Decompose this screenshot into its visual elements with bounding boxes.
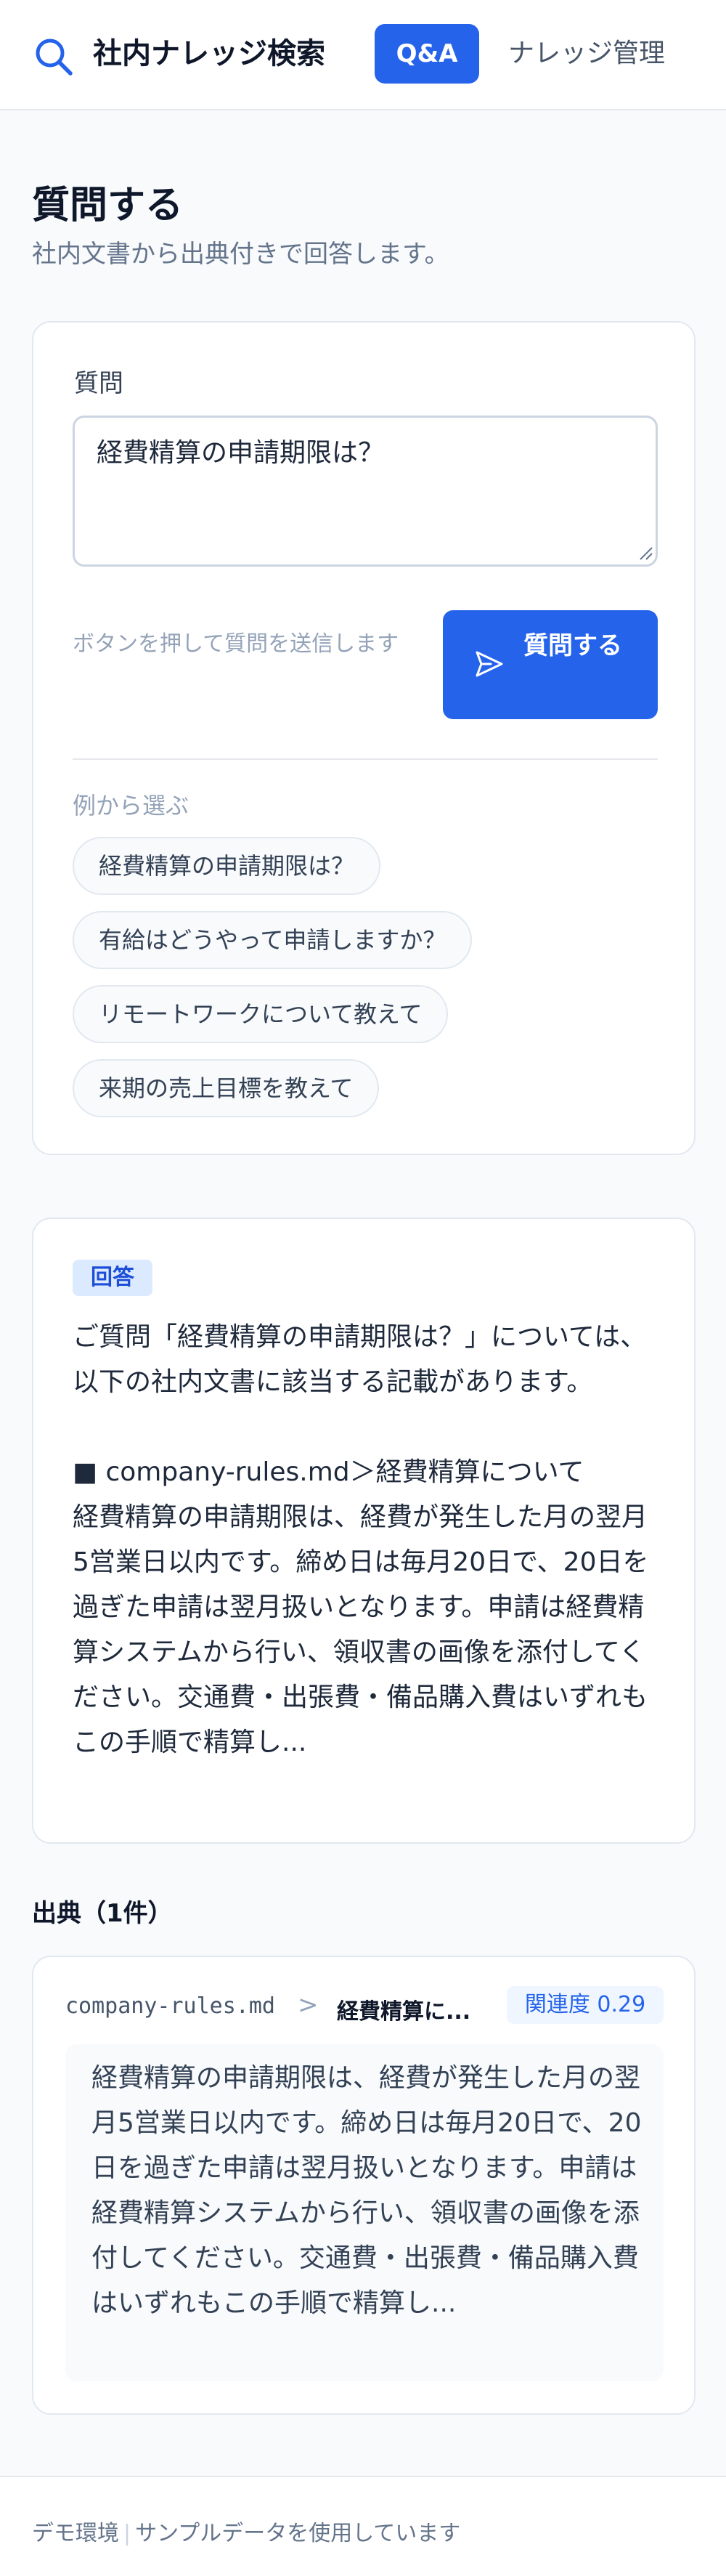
answer-body: ご質問「経費精算の申請期限は？」については、以下の社内文書に該当する記載がありま… [73,1315,650,1765]
question-card: 質問 経費精算の申請期限は？ ボタンを押して質問を送信します 質問する 例から選… [32,321,696,1155]
example-chip[interactable]: 来期の売上目標を教えて [73,1059,380,1117]
nav-tab-qa[interactable]: Q&A [375,24,479,84]
relevance-label: 関連度 [524,1992,590,2017]
example-chip[interactable]: リモートワークについて教えて [73,985,449,1043]
divider [73,758,658,760]
footer: デモ環境 | サンプルデータを使用しています [0,2476,726,2576]
ask-button-label: 質問する [523,631,622,660]
send-icon [476,651,503,677]
answer-content: 経費精算の申請期限は、経費が発生した月の翌月5営業日以内です。締め日は毎月20日… [73,1502,649,1757]
footer-separator: | [123,2521,131,2546]
answer-badge: 回答 [73,1260,152,1296]
submit-hint: ボタンを押して質問を送信します [73,631,399,657]
ask-button[interactable]: 質問する [443,610,658,719]
sources-title: 出典（1件） [32,1899,173,1928]
source-excerpt-text: 経費精算の申請期限は、経費が発生した月の翌月5営業日以内です。締め日は毎月20日… [91,2063,642,2318]
example-chip[interactable]: 有給はどうやって申請しますか？ [73,911,473,969]
page-title: 質問する [32,184,184,227]
source-excerpt: 経費精算の申請期限は、経費が発生した月の翌月5営業日以内です。締め日は毎月20日… [65,2044,664,2381]
example-chip[interactable]: 経費精算の申請期限は？ [73,837,381,895]
answer-intro: ご質問「経費精算の申請期限は？」については、以下の社内文書に該当する記載がありま… [73,1322,647,1397]
source-section: 経費精算に... [337,1999,471,2025]
resize-handle-icon[interactable] [637,545,653,561]
search-icon [36,39,73,76]
nav-tab-knowledge-management[interactable]: ナレッジ管理 [508,29,665,78]
footer-env: デモ環境 [32,2521,119,2546]
answer-card: 回答 ご質問「経費精算の申請期限は？」については、以下の社内文書に該当する記載が… [32,1218,696,1844]
source-file-name: company-rules.md [65,1993,275,2019]
relevance-badge: 関連度 0.29 [507,1986,664,2024]
page-subtitle: 社内文書から出典付きで回答します。 [32,240,449,269]
answer-source-heading: ■ company-rules.md＞経費精算について [73,1457,584,1487]
relevance-score: 0.29 [597,1992,646,2017]
examples-label: 例から選ぶ [73,792,189,819]
question-input[interactable]: 経費精算の申請期限は？ [73,416,658,567]
app-title: 社内ナレッジ検索 [93,37,325,70]
source-card[interactable]: company-rules.md > 経費精算に... 関連度 0.29 経費精… [32,1956,696,2415]
footer-note: デモ環境 | サンプルデータを使用しています [32,2515,460,2547]
question-label: 質問 [74,369,123,398]
app-header: 社内ナレッジ検索 Q&A ナレッジ管理 [0,0,726,110]
breadcrumb-separator: > [298,1990,319,2020]
footer-note-text: サンプルデータを使用しています [135,2521,461,2546]
